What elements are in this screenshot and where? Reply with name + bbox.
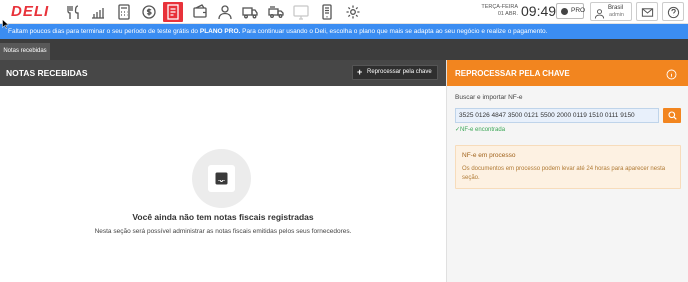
nfe-found-status: ✓NF-e encontrada [455, 126, 505, 134]
messages-button[interactable] [636, 2, 658, 21]
user-role: admin [609, 12, 624, 18]
plan-badge[interactable]: PRO [556, 3, 586, 19]
processing-notice: NF-e em processo Os documentos em proces… [455, 145, 681, 189]
empty-state-description: Nesta seção será possível administrar as… [94, 228, 352, 235]
user-icon [594, 6, 605, 19]
money-icon[interactable] [139, 2, 159, 22]
right-panel-title: REPROCESSAR PELA CHAVE [455, 69, 570, 78]
weekday-label: TERÇA-FEIRA [481, 4, 518, 10]
chart-icon[interactable] [88, 2, 108, 22]
plan-dot-icon [561, 8, 568, 15]
notice-title: NF-e em processo [462, 152, 516, 159]
truck-icon[interactable] [240, 2, 260, 22]
clock: 09:49 [521, 3, 557, 19]
deli-logo[interactable]: DELI [11, 4, 49, 20]
notice-text: Os documentos em processo podem levar at… [462, 166, 666, 181]
left-panel-header: NOTAS RECEBIDAS + Reprocessar pela chave [0, 60, 446, 86]
mail-icon [641, 8, 654, 17]
search-button[interactable] [663, 108, 681, 123]
gear-icon[interactable] [343, 2, 363, 22]
empty-state-title: Você ainda não tem notas fiscais registr… [132, 212, 314, 222]
search-icon [668, 111, 677, 120]
help-button[interactable] [662, 2, 684, 21]
reprocess-by-key-button[interactable]: + Reprocessar pela chave [352, 65, 438, 80]
reprocess-button-label: Reprocessar pela chave [367, 69, 432, 75]
access-key-input[interactable] [455, 108, 659, 123]
empty-state: Você ainda não tem notas fiscais registr… [0, 86, 446, 282]
fork-knife-icon[interactable] [64, 2, 84, 22]
chef-icon[interactable] [215, 2, 235, 22]
trial-banner-plan: PLANO PRO. [199, 28, 241, 35]
wallet-icon[interactable] [190, 2, 210, 22]
info-icon[interactable] [666, 67, 677, 80]
right-panel-header: REPROCESSAR PELA CHAVE [447, 60, 688, 86]
mouse-cursor-icon [2, 19, 9, 29]
plan-label: PRO [571, 7, 586, 14]
mobile-icon[interactable] [317, 2, 337, 22]
plus-icon: + [357, 67, 363, 77]
help-icon [667, 6, 680, 19]
invoice-icon[interactable] [163, 2, 183, 22]
tab-bar: Notas recebidas [0, 39, 688, 60]
page-title: NOTAS RECEBIDAS [6, 68, 88, 78]
user-location: Brasil [608, 5, 624, 11]
top-navigation-bar: DELI TERÇA-FEIRA 01 ABR. 09:49 PRO Brasi… [0, 0, 688, 24]
nfe-found-label: NF-e encontrada [460, 127, 506, 133]
inbox-icon [208, 165, 235, 192]
tab-notas-recebidas[interactable]: Notas recebidas [0, 43, 50, 60]
current-date: TERÇA-FEIRA 01 ABR. [474, 4, 518, 18]
calculator-icon[interactable] [114, 2, 134, 22]
reprocess-panel: Buscar e importar NF-e ✓NF-e encontrada … [447, 86, 688, 282]
date-label: 01 ABR. [497, 11, 518, 17]
trial-banner-prefix: Faltam poucos dias para terminar o seu p… [8, 28, 200, 35]
trial-banner: Faltam poucos dias para terminar o seu p… [0, 24, 688, 39]
trial-banner-suffix: Para continuar usando o Deli, escolha o … [240, 28, 548, 35]
monitor-icon[interactable] [291, 2, 311, 22]
empty-state-illustration [192, 149, 251, 208]
search-label: Buscar e importar NF-e [455, 94, 523, 101]
user-menu[interactable]: Brasil admin [590, 2, 632, 21]
delivery-icon[interactable] [266, 2, 286, 22]
